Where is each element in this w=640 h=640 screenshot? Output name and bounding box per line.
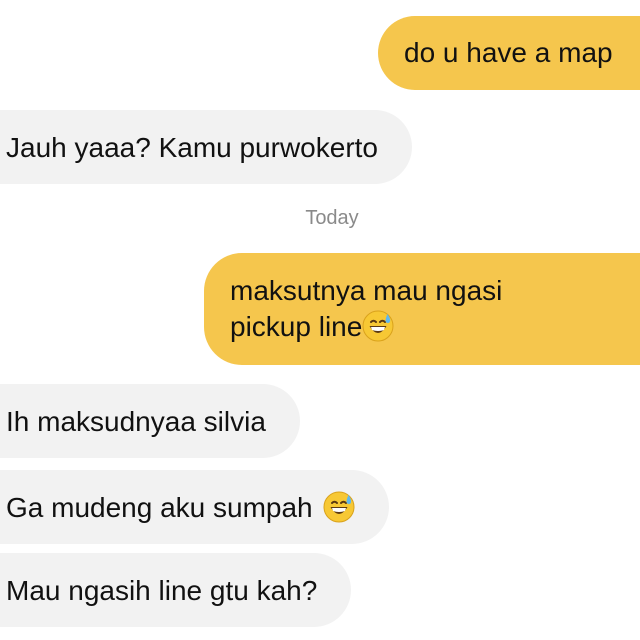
message-text-line: pickup line — [230, 311, 363, 342]
message-bubble-sent[interactable]: do u have a map — [378, 16, 640, 90]
date-divider: Today — [305, 207, 359, 229]
message-bubble-received[interactable]: Jauh yaaa? Kamu purwokerto — [0, 110, 412, 184]
message-text: Mau ngasih line gtu kah? — [6, 575, 318, 606]
grinning-sweat-emoji-icon — [362, 310, 394, 342]
message-text: Ih maksudnyaa silvia — [6, 406, 266, 437]
message-bubble-received[interactable]: Ih maksudnyaa silvia — [0, 384, 300, 458]
grinning-sweat-emoji-icon — [323, 491, 355, 523]
message-bubble-received[interactable]: Mau ngasih line gtu kah? — [0, 553, 352, 627]
chat-thread: do u have a map Jauh yaaa? Kamu purwoker… — [0, 0, 640, 640]
message-text: Jauh yaaa? Kamu purwokerto — [6, 132, 378, 163]
message-bubble-received[interactable]: Ga mudeng aku sumpah — [0, 470, 389, 544]
message-text: Ga mudeng aku sumpah — [6, 492, 313, 523]
message-text-line: maksutnya mau ngasi — [230, 275, 503, 306]
message-text: do u have a map — [404, 37, 613, 68]
message-bubble-sent[interactable]: maksutnya mau ngasi pickup line — [204, 253, 640, 365]
